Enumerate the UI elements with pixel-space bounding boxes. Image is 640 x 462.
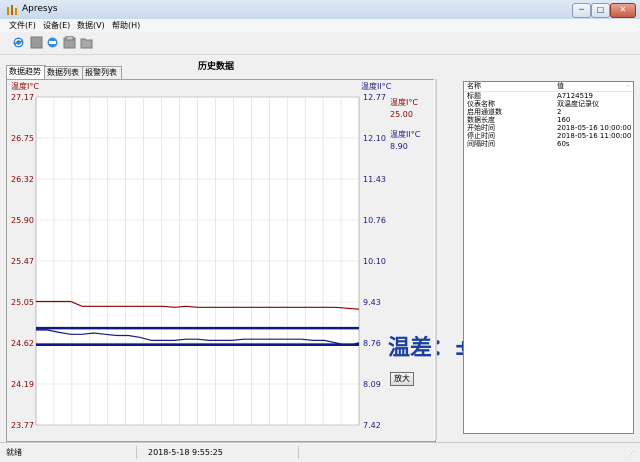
left-axis-tick-label: 25.47 <box>11 257 34 266</box>
info-row[interactable]: 启用通道数 2 <box>464 108 633 116</box>
left-axis-ticks: 27.17 26.75 26.32 25.90 25.47 25.05 24.62 24.19… <box>11 93 34 430</box>
info-row-value: 60s <box>557 140 570 148</box>
left-axis-tick-label: 27.17 <box>11 93 34 102</box>
legend-temp1-label: 温度I°C <box>390 97 418 107</box>
right-axis-tick-label: 10.76 <box>363 216 386 225</box>
info-header: 名称 值 ·· <box>464 82 633 92</box>
left-axis-tick-label: 26.75 <box>11 134 34 143</box>
resize-grip-icon[interactable]: ⋰ <box>628 450 635 458</box>
left-axis-tick-label: 23.77 <box>11 421 34 430</box>
info-row-name: 间隔时间 <box>467 140 495 148</box>
right-axis-tick-label: 12.10 <box>363 134 386 143</box>
right-axis-tick-label: 8.76 <box>363 339 381 348</box>
info-row[interactable]: 开始时间 2018-05-16 10:00:00 <box>464 124 633 132</box>
info-row-value: 2018-05-16 11:00:00 <box>557 132 632 140</box>
left-axis-tick-label: 26.32 <box>11 175 34 184</box>
info-header-name[interactable]: 名称 <box>467 82 481 91</box>
status-state: 就绪 <box>6 446 137 459</box>
right-axis-tick-label: 9.43 <box>363 298 381 307</box>
info-row-name: 仪表名称 <box>467 100 495 108</box>
status-datetime: 2018-5-18 9:55:25 <box>148 446 299 459</box>
right-axis-tick-label: 11.43 <box>363 175 386 184</box>
right-axis-ticks: 12.77 12.10 11.43 10.76 10.10 9.43 8.76 8.09 7.4… <box>363 93 386 430</box>
info-list[interactable]: 名称 值 ·· 标题 A7124519 仪表名称 双温度记录仪启用通道数 2 数据长度 16… <box>463 81 634 434</box>
panel-splitter[interactable] <box>434 79 437 440</box>
info-row[interactable]: 数据长度 160 <box>464 116 633 124</box>
zoom-button[interactable]: 放大 <box>390 372 414 386</box>
left-axis-tick-label: 24.62 <box>11 339 34 348</box>
left-axis-tick-label: 24.19 <box>11 380 34 389</box>
info-header-value[interactable]: 值 <box>557 82 564 91</box>
left-axis-label: 温度I°C <box>11 81 39 91</box>
right-axis-tick-label: 8.09 <box>363 380 381 389</box>
right-axis-tick-label: 7.42 <box>363 421 381 430</box>
right-axis-tick-label: 10.10 <box>363 257 386 266</box>
info-row[interactable]: 标题 A7124519 <box>464 92 633 100</box>
info-row-name: 启用通道数 <box>467 108 502 116</box>
info-row-value: 160 <box>557 116 571 124</box>
info-row-name: 标题 <box>467 92 481 100</box>
info-row[interactable]: 间隔时间 60s <box>464 140 633 148</box>
info-row-value: 2 <box>557 108 562 116</box>
info-row-value: 双温度记录仪 <box>557 100 599 108</box>
more-columns-icon: ·· <box>626 83 630 90</box>
info-row[interactable]: 仪表名称 双温度记录仪 <box>464 100 633 108</box>
info-row-name: 开始时间 <box>467 124 495 132</box>
right-axis-label: 温度II°C <box>361 81 392 91</box>
status-bar: 就绪 2018-5-18 9:55:25 ⋰ <box>0 442 640 462</box>
legend-temp2-label: 温度II°C <box>390 129 421 139</box>
legend-temp2-value: 8.90 <box>390 142 408 151</box>
left-axis-tick-label: 25.05 <box>11 298 34 307</box>
info-row-value: 2018-05-16 10:00:00 <box>557 124 632 132</box>
info-row-name: 数据长度 <box>467 116 495 124</box>
left-axis-tick-label: 25.90 <box>11 216 34 225</box>
info-row[interactable]: 停止时间 2018-05-16 11:00:00 <box>464 132 633 140</box>
info-row-value: A7124519 <box>557 92 593 100</box>
info-row-name: 停止时间 <box>467 132 495 140</box>
legend-temp1-value: 25.00 <box>390 110 413 119</box>
right-axis-tick-label: 12.77 <box>363 93 386 102</box>
